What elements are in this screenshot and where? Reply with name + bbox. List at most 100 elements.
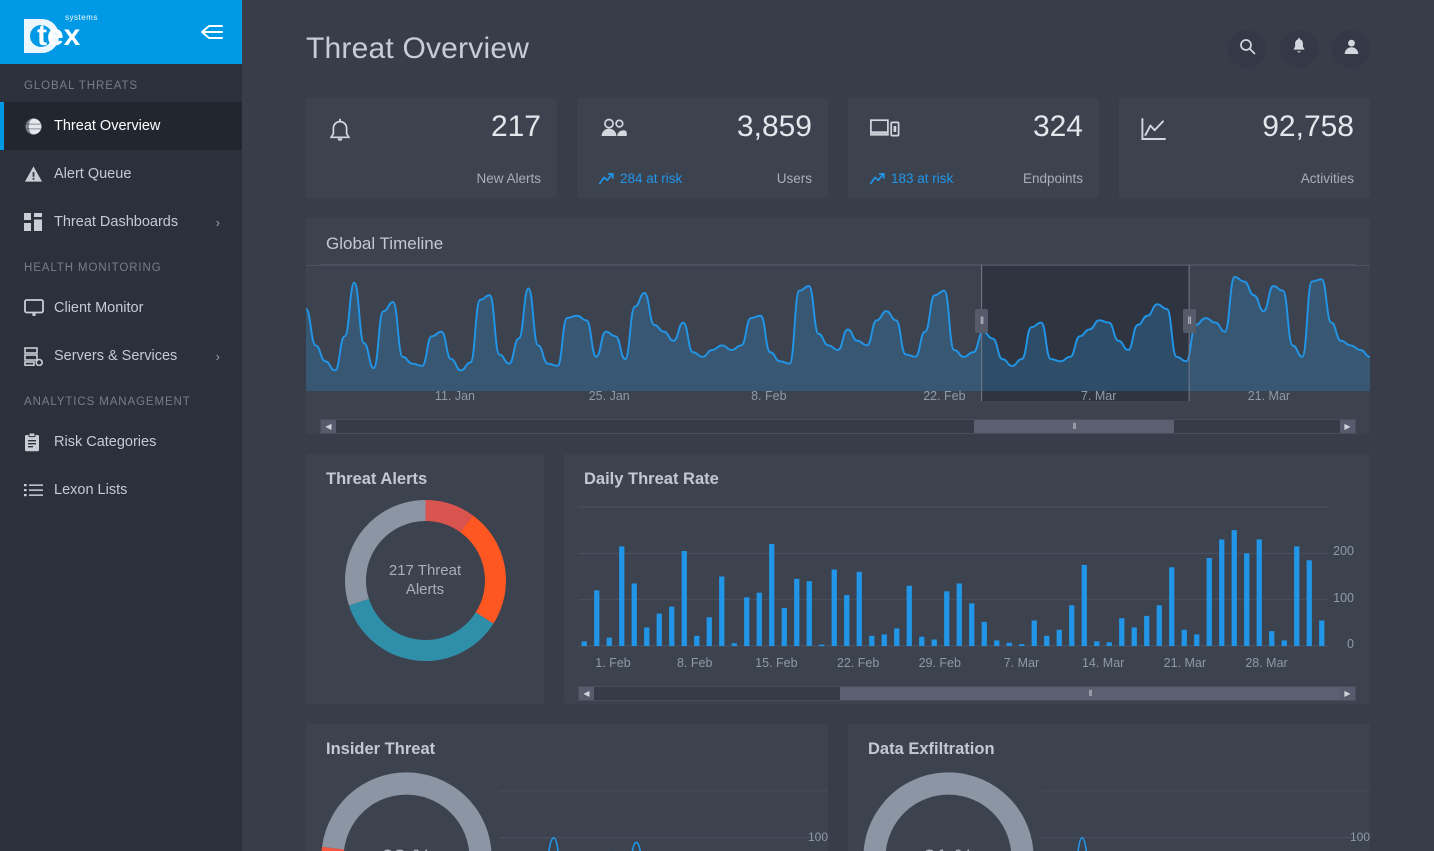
bottom-row: Insider Threat 23 % 100 50	[306, 724, 1370, 851]
scroll-right-button[interactable]: ▶	[1340, 420, 1355, 433]
daily-threat-rate-chart[interactable]: 1. Feb 8. Feb 15. Feb 22. Feb 29. Feb 7. Mar 1…	[578, 503, 1356, 670]
donut-box: 23 %	[314, 765, 499, 851]
bar-chart-y-label: 100	[1333, 590, 1354, 605]
bar-chart-tick-label: 21. Mar	[1163, 656, 1207, 670]
sidebar-item-label: Servers & Services	[54, 348, 178, 364]
account-button[interactable]	[1332, 30, 1370, 68]
bar-chart-tick-label: 8. Feb	[676, 656, 713, 670]
sidebar-item-threat-overview[interactable]: Threat Overview	[0, 102, 242, 150]
timeline-tick-label: 7. Mar	[1080, 389, 1117, 403]
timeline-tick-label: 21. Mar	[1247, 389, 1291, 403]
kpi-label: Users	[776, 171, 812, 186]
kpi-row: 217 New Alerts 3,859 284 at risk Users 3…	[306, 98, 1370, 198]
scroll-thumb[interactable]: ⦀	[973, 420, 1175, 433]
scroll-left-button[interactable]: ◀	[579, 687, 594, 700]
globe-icon	[24, 117, 54, 136]
timeline-grip-right[interactable]: ‖	[1182, 309, 1196, 333]
sidebar-item-label: Client Monitor	[54, 300, 144, 316]
timeline-tick-label: 22. Feb	[923, 389, 966, 403]
insider-threat-donut[interactable]	[306, 754, 510, 851]
list-icon	[24, 483, 54, 497]
sidebar: tex systems GLOBAL THREATS Threat Overvi…	[0, 0, 242, 851]
collapse-menu-icon[interactable]	[200, 23, 224, 41]
chevron-right-icon: ›	[215, 214, 220, 230]
global-timeline-chart[interactable]: 11. Jan 25. Jan 8. Feb 22. Feb 7. Mar 21. Mar…	[306, 265, 1370, 419]
topbar-actions	[1228, 30, 1370, 68]
clipboard-icon	[24, 432, 54, 452]
scroll-track[interactable]: ⦀	[336, 420, 1340, 433]
sidebar-section-health-monitoring: HEALTH MONITORING	[24, 262, 162, 274]
kpi-card-endpoints[interactable]: 324 183 at risk Endpoints	[848, 98, 1099, 198]
insider-threat-body: 23 % 100 50	[306, 759, 828, 851]
sidebar-item-lexon-lists[interactable]: Lexon Lists	[0, 466, 242, 514]
timeline-tick-labels: 11. Jan 25. Jan 8. Feb 22. Feb 7. Mar 21. Mar	[306, 389, 1370, 403]
bar-chart-y-label: 0	[1347, 637, 1354, 651]
search-icon	[1239, 38, 1256, 60]
line-chart-icon	[1141, 118, 1167, 142]
scroll-left-button[interactable]: ◀	[321, 420, 336, 433]
timeline-tick-label: 8. Feb	[751, 389, 787, 403]
bell-outline-icon	[328, 118, 352, 145]
bar-chart-tick-label: 7. Mar	[1003, 656, 1040, 670]
sidebar-item-label: Alert Queue	[54, 166, 132, 182]
insider-threat-card: Insider Threat 23 % 100 50	[306, 724, 828, 851]
user-icon	[1343, 38, 1360, 60]
sidebar-section-global-threats: GLOBAL THREATS	[24, 80, 138, 92]
y-axis-label-100: 100	[807, 830, 828, 844]
timeline-tick-label: 11. Jan	[434, 389, 475, 403]
kpi-value: 324	[1032, 110, 1083, 143]
bar-chart-tick-label: 22. Feb	[836, 656, 880, 670]
bell-icon	[1291, 37, 1307, 61]
sidebar-item-threat-dashboards[interactable]: Threat Dashboards ›	[0, 198, 242, 246]
logo-subtitle: systems	[65, 13, 98, 22]
kpi-value: 3,859	[736, 110, 812, 143]
scroll-right-button[interactable]: ▶	[1340, 687, 1355, 700]
page-title: Threat Overview	[306, 32, 530, 65]
bar-chart-tick-label: 15. Feb	[755, 656, 798, 670]
kpi-label: Endpoints	[1022, 171, 1083, 186]
dashboard-grid-icon	[24, 213, 54, 231]
bar-chart-scrollbar[interactable]: ◀ ⦀ ▶	[578, 686, 1356, 701]
insider-threat-sparkline[interactable]	[499, 785, 828, 851]
timeline-scrollbar[interactable]: ◀ ⦀ ▶	[320, 419, 1356, 434]
card-title: Insider Threat	[326, 740, 436, 758]
donut-center-line1: 217 Threat	[388, 561, 462, 579]
sidebar-item-alert-queue[interactable]: Alert Queue	[0, 150, 242, 198]
main-content: Threat Overview 217 New Alerts 3,859 284…	[242, 0, 1434, 851]
donut-percent-label: 31 %	[884, 845, 1014, 851]
devices-icon	[870, 118, 900, 140]
sidebar-section-analytics-management: ANALYTICS MANAGEMENT	[24, 396, 191, 408]
panel-title: Global Timeline	[326, 234, 444, 253]
kpi-risk-link[interactable]: 284 at risk	[599, 171, 682, 186]
kpi-card-activities[interactable]: 92,758 Activities	[1119, 98, 1370, 198]
kpi-label: New Alerts	[476, 171, 541, 186]
card-title: Data Exfiltration	[868, 740, 995, 758]
bar-chart-tick-label: 1. Feb	[595, 656, 631, 670]
dashboard-content: 217 New Alerts 3,859 284 at risk Users 3…	[242, 98, 1434, 851]
trend-up-icon	[870, 172, 885, 184]
kpi-card-new-alerts[interactable]: 217 New Alerts	[306, 98, 557, 198]
topbar: Threat Overview	[242, 0, 1434, 98]
app-logo[interactable]: tex systems	[20, 11, 145, 53]
timeline-grip-left[interactable]: ‖	[975, 309, 989, 333]
sidebar-item-risk-categories[interactable]: Risk Categories	[0, 418, 242, 466]
mid-row: Threat Alerts 217 Threat Alerts Daily Th…	[306, 454, 1370, 704]
bar-chart-tick-label: 28. Mar	[1245, 656, 1288, 670]
trend-up-icon	[599, 172, 614, 184]
sidebar-item-servers-services[interactable]: Servers & Services ›	[0, 332, 242, 380]
bar-chart-tick-label: 29. Feb	[918, 656, 961, 670]
notifications-button[interactable]	[1280, 30, 1318, 68]
sidebar-item-client-monitor[interactable]: Client Monitor	[0, 284, 242, 332]
data-exfiltration-sparkline[interactable]	[1041, 785, 1370, 851]
svg-text:tex: tex	[37, 19, 81, 52]
bar-chart-tick-labels: 1. Feb 8. Feb 15. Feb 22. Feb 29. Feb 7. Mar 1…	[578, 656, 1356, 670]
search-button[interactable]	[1228, 30, 1266, 68]
kpi-risk-text: 284 at risk	[620, 171, 683, 186]
warning-triangle-icon	[24, 165, 54, 183]
scroll-thumb[interactable]: ⦀	[840, 687, 1340, 700]
scroll-track[interactable]: ⦀	[594, 687, 1340, 700]
logo-bar: tex systems	[0, 0, 242, 64]
kpi-card-users[interactable]: 3,859 284 at risk Users	[577, 98, 828, 198]
kpi-risk-link[interactable]: 183 at risk	[870, 171, 953, 186]
timeline-tick-label: 25. Jan	[588, 389, 630, 403]
